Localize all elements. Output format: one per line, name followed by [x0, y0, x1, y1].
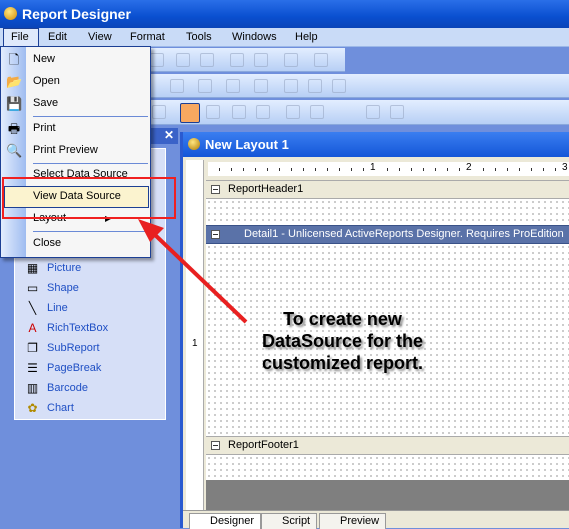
annotation-arrow: [138, 219, 248, 324]
annotation-text: To create new DataSource for the customi…: [261, 309, 424, 373]
